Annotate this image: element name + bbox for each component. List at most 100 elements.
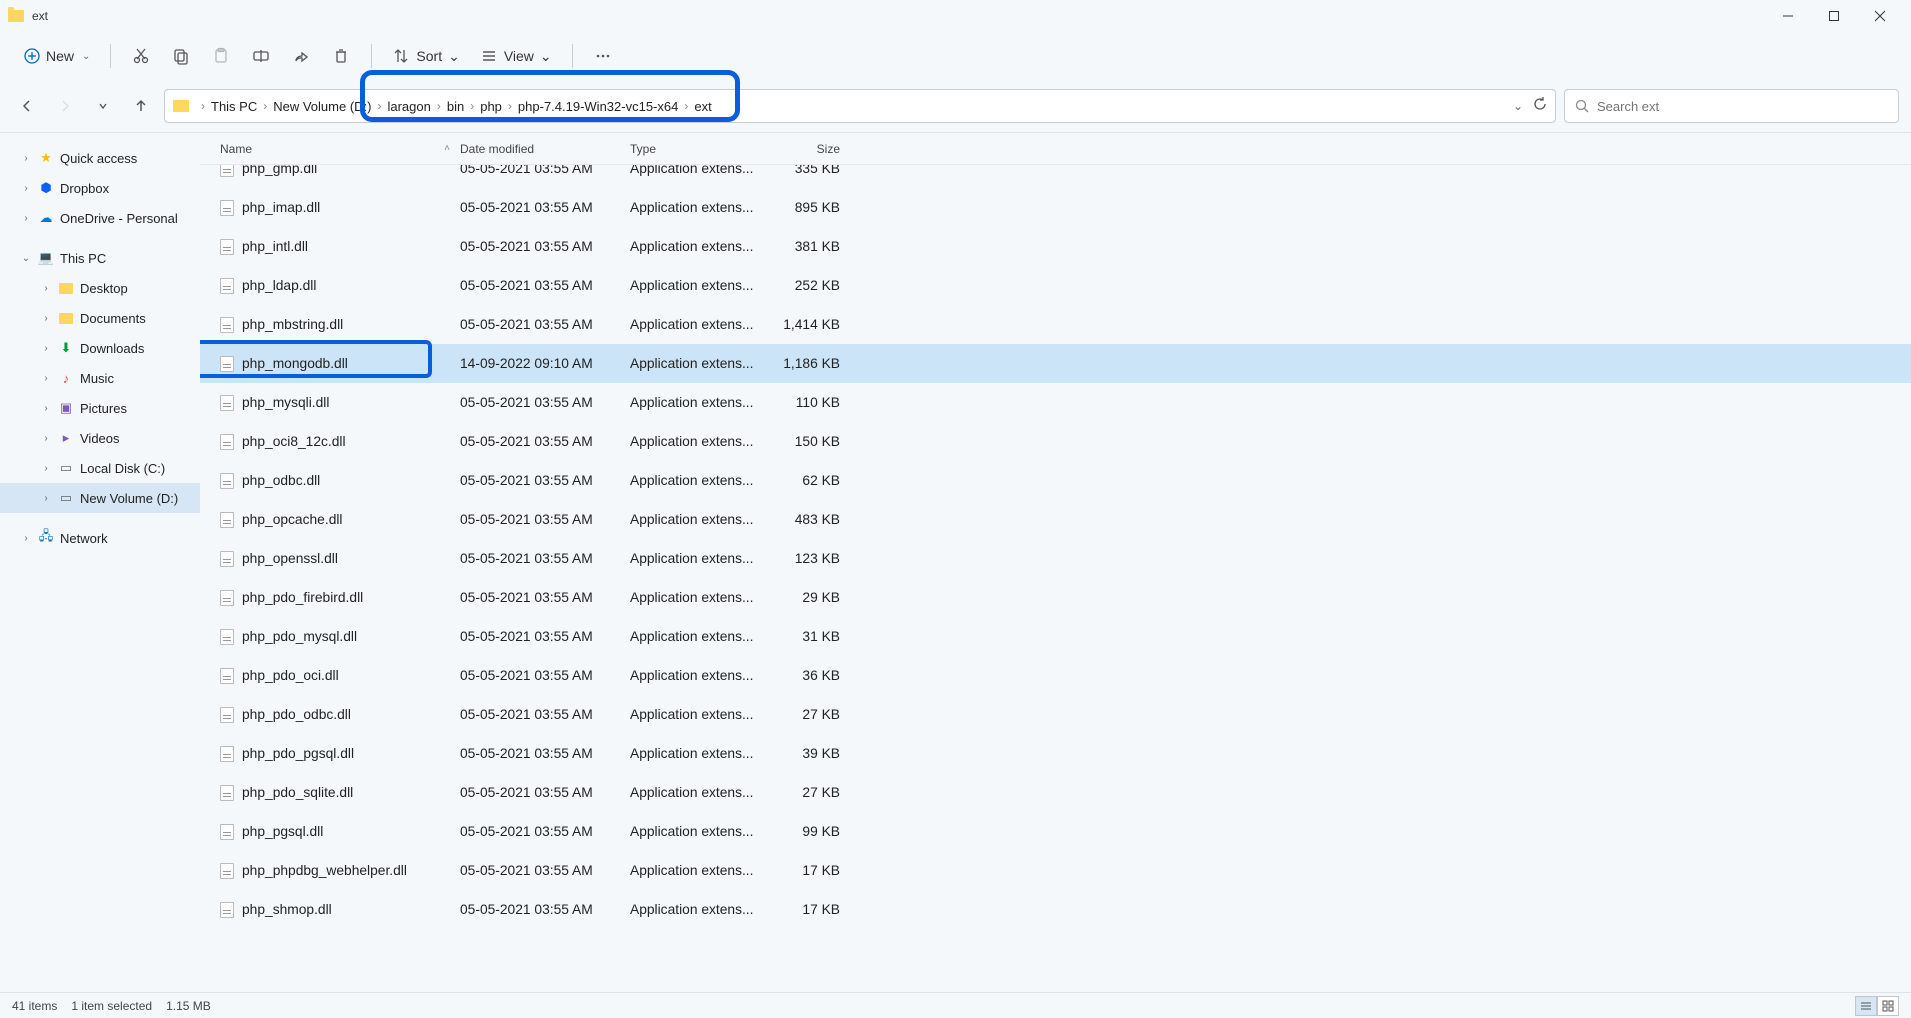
file-row[interactable]: php_pdo_odbc.dll05-05-2021 03:55 AMAppli…	[200, 695, 1911, 734]
chevron-right-icon[interactable]: ›	[40, 463, 52, 474]
forward-button[interactable]	[50, 91, 80, 121]
recent-button[interactable]	[88, 91, 118, 121]
sidebar-item[interactable]: ›▭Local Disk (C:)	[0, 453, 200, 483]
breadcrumb-segment[interactable]: bin	[447, 99, 464, 114]
file-row[interactable]: php_shmop.dll05-05-2021 03:55 AMApplicat…	[200, 890, 1911, 929]
minimize-button[interactable]	[1765, 0, 1811, 32]
sidebar-item-network[interactable]: › 🖧 Network	[0, 523, 200, 553]
chevron-right-icon[interactable]: ›	[20, 213, 32, 224]
breadcrumb-segment[interactable]: New Volume (D:)	[273, 99, 371, 114]
file-date: 05-05-2021 03:55 AM	[460, 165, 630, 176]
chevron-right-icon[interactable]: ›	[20, 183, 32, 194]
sidebar-item[interactable]: ›Desktop	[0, 273, 200, 303]
file-row[interactable]: php_pdo_oci.dll05-05-2021 03:55 AMApplic…	[200, 656, 1911, 695]
file-row[interactable]: php_mbstring.dll05-05-2021 03:55 AMAppli…	[200, 305, 1911, 344]
sidebar-item-this-pc[interactable]: ⌄ 💻 This PC	[0, 243, 200, 273]
chevron-right-icon: ›	[684, 99, 688, 113]
sidebar-label: Network	[60, 531, 108, 546]
refresh-button[interactable]	[1533, 97, 1547, 116]
copy-button[interactable]	[163, 38, 199, 74]
thumbnails-view-button[interactable]	[1877, 996, 1899, 1016]
sidebar-item[interactable]: ›▸Videos	[0, 423, 200, 453]
sidebar-item[interactable]: ›⬢Dropbox	[0, 173, 200, 203]
file-row[interactable]: php_pgsql.dll05-05-2021 03:55 AMApplicat…	[200, 812, 1911, 851]
chevron-right-icon[interactable]: ›	[40, 493, 52, 504]
chevron-right-icon[interactable]: ›	[20, 533, 32, 544]
file-row[interactable]: php_pdo_mysql.dll05-05-2021 03:55 AMAppl…	[200, 617, 1911, 656]
more-button[interactable]	[585, 38, 621, 74]
status-size: 1.15 MB	[166, 999, 211, 1013]
sidebar-item[interactable]: ›♪Music	[0, 363, 200, 393]
search-input[interactable]	[1597, 99, 1888, 114]
file-row[interactable]: php_phpdbg_webhelper.dll05-05-2021 03:55…	[200, 851, 1911, 890]
column-type[interactable]: Type	[630, 142, 760, 156]
column-date[interactable]: Date modified	[460, 142, 630, 156]
up-button[interactable]	[126, 91, 156, 121]
rename-button[interactable]	[243, 38, 279, 74]
file-row[interactable]: php_opcache.dll05-05-2021 03:55 AMApplic…	[200, 500, 1911, 539]
file-row[interactable]: php_ldap.dll05-05-2021 03:55 AMApplicati…	[200, 266, 1911, 305]
search-box[interactable]	[1564, 89, 1899, 123]
chevron-right-icon[interactable]: ›	[40, 373, 52, 384]
file-row[interactable]: php_openssl.dll05-05-2021 03:55 AMApplic…	[200, 539, 1911, 578]
chevron-right-icon[interactable]: ›	[40, 283, 52, 294]
view-toggle	[1855, 996, 1899, 1016]
view-button[interactable]: View ⌄	[472, 38, 560, 74]
chevron-down-icon[interactable]: ⌄	[1513, 99, 1523, 113]
column-size[interactable]: Size	[760, 142, 840, 156]
maximize-button[interactable]	[1811, 0, 1857, 32]
file-icon	[220, 590, 234, 606]
file-row[interactable]: php_pdo_pgsql.dll05-05-2021 03:55 AMAppl…	[200, 734, 1911, 773]
sidebar-item[interactable]: ›Documents	[0, 303, 200, 333]
file-date: 05-05-2021 03:55 AM	[460, 434, 630, 449]
file-row[interactable]: php_pdo_sqlite.dll05-05-2021 03:55 AMApp…	[200, 773, 1911, 812]
file-size: 123 KB	[760, 551, 840, 566]
file-row[interactable]: php_mongodb.dll14-09-2022 09:10 AMApplic…	[200, 344, 1911, 383]
file-row[interactable]: php_pdo_firebird.dll05-05-2021 03:55 AMA…	[200, 578, 1911, 617]
file-icon	[220, 395, 234, 411]
share-button[interactable]	[283, 38, 319, 74]
sidebar-item[interactable]: ›☁OneDrive - Personal	[0, 203, 200, 233]
file-row[interactable]: php_oci8_12c.dll05-05-2021 03:55 AMAppli…	[200, 422, 1911, 461]
file-row[interactable]: php_intl.dll05-05-2021 03:55 AMApplicati…	[200, 227, 1911, 266]
address-bar[interactable]: › This PC›New Volume (D:)›laragon›bin›ph…	[164, 89, 1556, 123]
sidebar-item[interactable]: ›▭New Volume (D:)	[0, 483, 200, 513]
chevron-right-icon[interactable]: ›	[20, 153, 32, 164]
chevron-right-icon[interactable]: ›	[40, 343, 52, 354]
file-type: Application extens...	[630, 200, 760, 215]
breadcrumb-segment[interactable]: This PC	[211, 99, 257, 114]
breadcrumb-segment[interactable]: php-7.4.19-Win32-vc15-x64	[518, 99, 678, 114]
chevron-down-icon: ⌄	[448, 48, 460, 65]
chevron-down-icon[interactable]: ⌄	[20, 253, 32, 264]
file-row[interactable]: php_odbc.dll05-05-2021 03:55 AMApplicati…	[200, 461, 1911, 500]
breadcrumb-segment[interactable]: php	[480, 99, 502, 114]
chevron-right-icon[interactable]: ›	[40, 403, 52, 414]
sort-button[interactable]: Sort ⌄	[384, 38, 467, 74]
file-row[interactable]: php_mysqli.dll05-05-2021 03:55 AMApplica…	[200, 383, 1911, 422]
breadcrumb-segment[interactable]: ext	[694, 99, 711, 114]
new-button[interactable]: New ⌄	[16, 38, 98, 74]
file-date: 05-05-2021 03:55 AM	[460, 239, 630, 254]
file-row[interactable]: php_imap.dll05-05-2021 03:55 AMApplicati…	[200, 188, 1911, 227]
command-bar: New ⌄ Sort ⌄ View ⌄	[0, 32, 1911, 80]
videos-icon: ▸	[58, 430, 74, 446]
back-button[interactable]	[12, 91, 42, 121]
chevron-right-icon[interactable]: ›	[40, 313, 52, 324]
delete-button[interactable]	[323, 38, 359, 74]
close-button[interactable]	[1857, 0, 1903, 32]
sidebar-item[interactable]: ›▣Pictures	[0, 393, 200, 423]
file-icon	[220, 473, 234, 489]
view-label: View	[504, 48, 534, 64]
sidebar-item[interactable]: ›★Quick access	[0, 143, 200, 173]
sidebar-item[interactable]: ›⬇Downloads	[0, 333, 200, 363]
cut-button[interactable]	[123, 38, 159, 74]
file-row[interactable]: php_gmp.dll05-05-2021 03:55 AMApplicatio…	[200, 165, 1911, 188]
paste-button[interactable]	[203, 38, 239, 74]
file-date: 05-05-2021 03:55 AM	[460, 902, 630, 917]
file-name: php_pdo_mysql.dll	[242, 629, 357, 644]
breadcrumb-segment[interactable]: laragon	[387, 99, 430, 114]
file-icon	[220, 200, 234, 216]
details-view-button[interactable]	[1855, 996, 1877, 1016]
chevron-right-icon[interactable]: ›	[40, 433, 52, 444]
column-name[interactable]: Name˄	[200, 142, 460, 156]
